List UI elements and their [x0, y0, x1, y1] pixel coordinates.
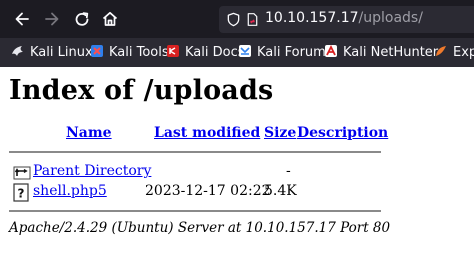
column-header-name[interactable]: Name — [66, 125, 112, 141]
column-header-description[interactable]: Description — [297, 125, 388, 141]
kali-dragon-icon — [12, 46, 23, 56]
exploit-db-icon — [436, 46, 446, 56]
unknown-file-icon: ? — [13, 183, 29, 202]
header-divider — [9, 151, 381, 153]
page-title: Index of /uploads — [9, 75, 274, 106]
kali-docs-icon — [167, 45, 179, 57]
parent-directory-link[interactable]: Parent Directory — [33, 163, 151, 179]
table-row: Parent Directory - — [0, 162, 474, 182]
svg-text:?: ? — [18, 187, 25, 201]
page-content: Index of /uploads Name Last modified Siz… — [0, 67, 474, 279]
arrow-right-icon — [45, 12, 59, 26]
bookmark-label: Expla — [453, 45, 474, 60]
row-last-modified: 2023-12-17 02:22 — [145, 183, 271, 199]
address-bar[interactable]: 10.10.157.17/uploads/ — [219, 6, 474, 33]
home-icon — [102, 11, 118, 26]
row-size: 5.4K — [264, 183, 297, 199]
back-folder-icon — [13, 166, 31, 180]
nethunter-icon — [325, 44, 337, 57]
bookmark-label: Kali Linux — [30, 45, 93, 60]
kali-forums-icon — [239, 45, 251, 57]
reload-icon — [75, 12, 89, 26]
browser-toolbar: 10.10.157.17/uploads/ — [0, 0, 474, 38]
server-signature: Apache/2.4.29 (Ubuntu) Server at 10.10.1… — [9, 220, 391, 236]
column-header-size[interactable]: Size — [264, 125, 296, 141]
arrow-left-icon — [15, 12, 29, 26]
file-link-shell-php5[interactable]: shell.php5 — [33, 183, 107, 199]
table-row: ? shell.php5 2023-12-17 02:22 5.4K — [0, 182, 474, 202]
url-path: /uploads/ — [358, 10, 423, 26]
bookmark-label: Kali Tools — [109, 45, 169, 60]
bookmark-kali-linux[interactable]: Kali Linux — [11, 44, 93, 62]
bookmarks-toolbar: Kali Linux Kali Tools Kali Docs Kali For… — [0, 38, 474, 67]
shield-icon[interactable] — [226, 12, 241, 27]
bookmark-label: Kali Forums — [257, 45, 333, 60]
bookmark-label: Kali Docs — [185, 45, 245, 60]
kali-tools-icon — [91, 45, 103, 57]
home-button[interactable] — [100, 9, 120, 29]
row-size: - — [286, 163, 291, 179]
forward-button[interactable] — [42, 9, 62, 29]
bookmark-kali-tools[interactable]: Kali Tools — [90, 44, 169, 62]
url-host: 10.10.157.17 — [265, 10, 359, 26]
reload-button[interactable] — [72, 9, 92, 29]
page-info-icon[interactable] — [245, 12, 260, 27]
back-button[interactable] — [12, 9, 32, 29]
bookmark-kali-nethunter[interactable]: Kali NetHunter — [324, 44, 438, 62]
url-text[interactable]: 10.10.157.17/uploads/ — [265, 10, 423, 26]
bookmark-kali-docs[interactable]: Kali Docs — [166, 44, 245, 62]
bookmark-exploit-db[interactable]: Expla — [434, 44, 474, 62]
bookmark-kali-forums[interactable]: Kali Forums — [238, 44, 333, 62]
footer-divider — [9, 210, 381, 212]
bookmark-label: Kali NetHunter — [343, 45, 439, 60]
column-header-last-modified[interactable]: Last modified — [154, 125, 260, 141]
